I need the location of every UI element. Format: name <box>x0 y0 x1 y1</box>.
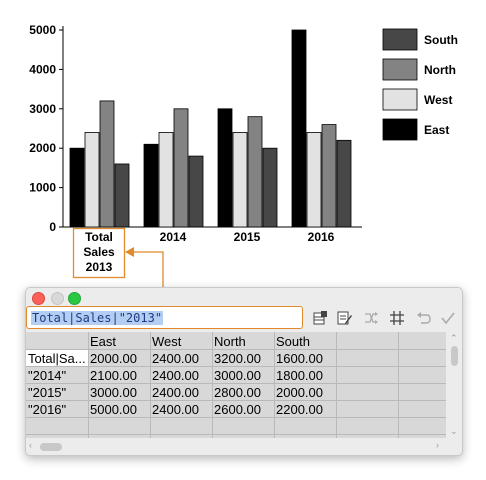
table-cell[interactable]: 2200.00 <box>274 401 336 418</box>
bar-north <box>173 108 189 228</box>
table-cell[interactable]: 1800.00 <box>274 367 336 384</box>
y-tick-label: 1000 <box>29 181 56 195</box>
scroll-down-icon[interactable]: ⌄ <box>450 427 458 436</box>
grid-line <box>212 332 213 438</box>
table-cell[interactable]: 2000.00 <box>88 350 150 367</box>
scroll-right-icon[interactable]: › <box>436 441 439 450</box>
column-header-north[interactable]: North <box>212 333 274 350</box>
table-cell[interactable]: 2400.00 <box>150 367 212 384</box>
x-axis-labels: Total Sales 2013 2014 2015 2016 <box>83 230 334 274</box>
horizontal-scrollbar[interactable]: ‹ › <box>26 438 447 454</box>
table-cell[interactable]: 2600.00 <box>212 401 274 418</box>
formula-field[interactable]: Total|Sales|"2013" <box>26 306 303 329</box>
bar-west <box>232 132 248 228</box>
close-button[interactable] <box>32 292 45 305</box>
table-cell[interactable]: 2100.00 <box>88 367 150 384</box>
bar-chart: 0 1000 2000 3000 4000 5000 Total Sales 2013 2014… <box>29 23 458 290</box>
bar-south <box>188 155 204 228</box>
grid-line <box>26 383 446 384</box>
grid-line <box>26 366 446 367</box>
legend-label-south: South <box>424 33 458 47</box>
spreadsheet-window: Total|Sales|"2013" East West North South… <box>25 287 463 456</box>
bar-south <box>114 163 130 228</box>
checkmark-icon[interactable] <box>439 309 457 327</box>
legend-label-west: West <box>424 93 452 107</box>
insert-row-icon[interactable] <box>311 309 329 327</box>
table-cell[interactable]: 3000.00 <box>88 384 150 401</box>
data-grid[interactable]: East West North South Total|Sa... 2000.0… <box>26 332 446 438</box>
legend-swatch-east <box>382 118 418 141</box>
bar-north <box>99 100 115 228</box>
bar-south <box>336 139 352 228</box>
table-cell[interactable]: 2400.00 <box>150 401 212 418</box>
grid-line <box>26 400 446 401</box>
table-cell-row-label[interactable]: Total|Sa... <box>26 350 88 367</box>
table-cell[interactable]: 5000.00 <box>88 401 150 418</box>
table-cell[interactable]: 3000.00 <box>212 367 274 384</box>
formula-text: Total|Sales|"2013" <box>31 311 164 325</box>
y-tick-label: 2000 <box>29 141 56 155</box>
bars <box>69 29 352 228</box>
bar-east <box>69 147 85 228</box>
grid-line <box>26 434 446 435</box>
callout-arrowhead <box>125 247 134 257</box>
grid-line <box>274 332 275 438</box>
table-cell[interactable]: 2400.00 <box>150 384 212 401</box>
table-cell-row-label[interactable]: "2014" <box>26 367 88 384</box>
column-header-east[interactable]: East <box>88 333 150 350</box>
grid-line <box>336 332 337 438</box>
title-bar <box>26 288 462 308</box>
minimize-button[interactable] <box>51 292 64 305</box>
x-tick-label: 2014 <box>160 230 187 244</box>
vertical-scrollbar[interactable]: ⌃ ⌄ <box>447 332 461 442</box>
grid-line <box>398 332 399 438</box>
legend-swatch-south <box>382 28 418 51</box>
bar-south <box>262 147 278 228</box>
y-tick-label: 5000 <box>29 23 56 37</box>
undo-icon[interactable] <box>414 309 432 327</box>
scroll-left-icon[interactable]: ‹ <box>29 441 32 450</box>
table-cell[interactable]: 1600.00 <box>274 350 336 367</box>
y-tick-label: 3000 <box>29 102 56 116</box>
legend-label-north: North <box>424 63 456 77</box>
grid-line <box>26 417 446 418</box>
table-cell-row-label[interactable]: "2016" <box>26 401 88 418</box>
y-tick-label: 4000 <box>29 62 56 76</box>
x-tick-label: 2016 <box>308 230 335 244</box>
legend-label-east: East <box>424 123 449 137</box>
horizontal-scroll-thumb[interactable] <box>40 443 62 451</box>
callout-connector <box>131 251 164 290</box>
scroll-up-icon[interactable]: ⌃ <box>450 334 458 343</box>
bar-east <box>217 108 233 228</box>
shuffle-icon[interactable] <box>362 309 380 327</box>
grid-line <box>88 332 89 438</box>
legend-swatch-north <box>382 58 418 81</box>
column-header-west[interactable]: West <box>150 333 212 350</box>
bar-west <box>84 132 100 228</box>
bar-east <box>143 143 159 228</box>
grid-icon[interactable] <box>388 309 406 327</box>
legend: South North West East <box>382 28 458 141</box>
zoom-button[interactable] <box>68 292 81 305</box>
grid-line <box>26 349 446 350</box>
bar-north <box>321 124 337 228</box>
column-header-south[interactable]: South <box>274 333 336 350</box>
table-cell[interactable]: 2000.00 <box>274 384 336 401</box>
y-tick-label: 0 <box>49 220 56 234</box>
table-cell[interactable]: 2400.00 <box>150 350 212 367</box>
x-tick-label: 2015 <box>234 230 261 244</box>
edit-cells-icon[interactable] <box>335 309 353 327</box>
x-tick-label: Total Sales 2013 <box>83 230 115 274</box>
bar-north <box>247 116 263 228</box>
table-cell-row-label[interactable]: "2015" <box>26 384 88 401</box>
vertical-scroll-thumb[interactable] <box>451 346 458 366</box>
legend-swatch-west <box>382 88 418 111</box>
table-cell[interactable]: 2800.00 <box>212 384 274 401</box>
table-cell[interactable]: 3200.00 <box>212 350 274 367</box>
bar-west <box>158 132 174 228</box>
bar-west <box>306 132 322 228</box>
grid-line <box>150 332 151 438</box>
bar-east <box>291 29 307 228</box>
